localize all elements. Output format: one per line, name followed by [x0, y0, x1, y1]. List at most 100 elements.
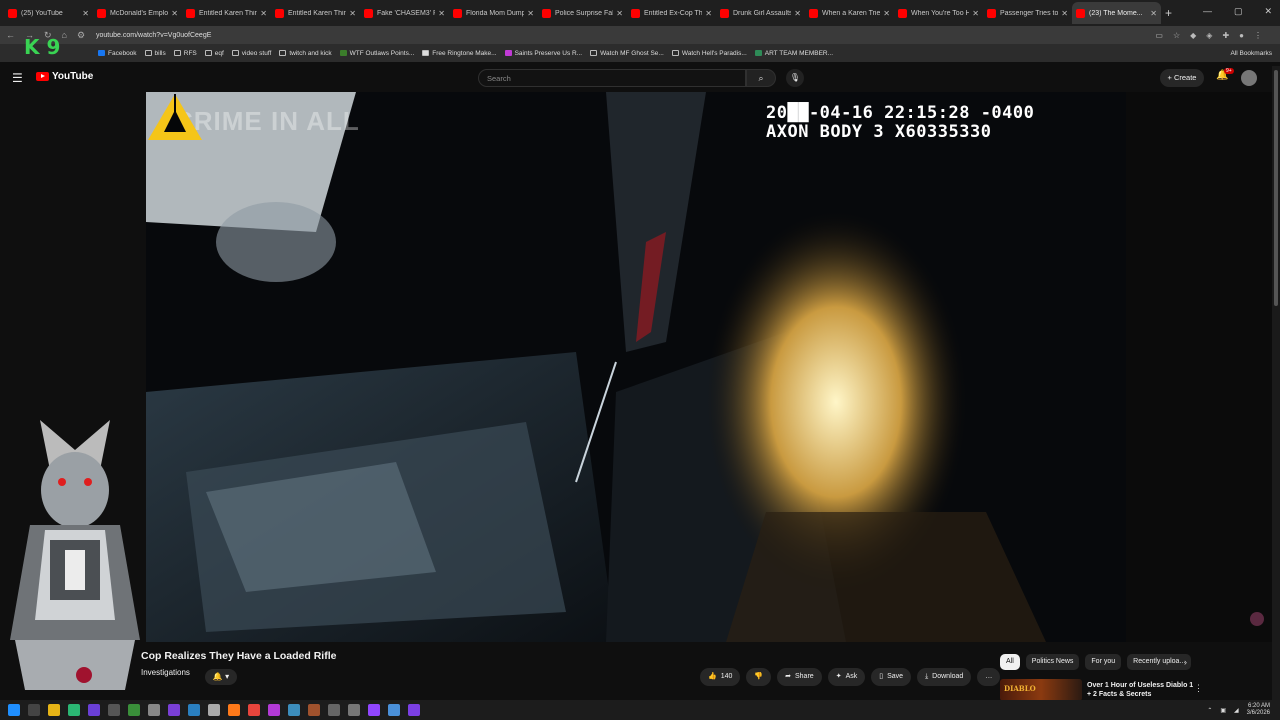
browser-tab[interactable]: When You're Too Hi...✕	[894, 2, 983, 24]
app-icon[interactable]	[208, 704, 220, 716]
bookmark-folder[interactable]: eqf	[204, 50, 224, 57]
site-info-icon[interactable]: ⚙	[77, 30, 85, 41]
page-scrollbar[interactable]	[1272, 66, 1280, 700]
bookmark-item[interactable]: WTF Outlaws Points...	[339, 50, 414, 57]
browser-tab[interactable]: When a Karen Tries...✕	[805, 2, 894, 24]
maximize-icon[interactable]: ▢	[1234, 6, 1243, 17]
close-icon[interactable]: ✕	[883, 9, 890, 18]
extension-icon[interactable]: ◈	[1206, 31, 1212, 40]
volume-icon[interactable]: ◢	[1234, 707, 1239, 714]
download-button[interactable]: ⤓ Download	[917, 668, 972, 686]
home-icon[interactable]: ⌂	[62, 30, 67, 41]
youtube-logo[interactable]: YouTube	[36, 71, 93, 82]
bookmark-item[interactable]: Facebook	[98, 50, 137, 57]
app-icon[interactable]	[188, 704, 200, 716]
more-actions-button[interactable]: …	[977, 668, 1001, 686]
minimize-icon[interactable]: —	[1203, 6, 1212, 17]
create-button[interactable]: + Create	[1160, 69, 1204, 87]
browser-tab[interactable]: McDonald's Employ...✕	[93, 2, 182, 24]
close-icon[interactable]: ✕	[260, 9, 267, 18]
firefox-icon[interactable]	[228, 704, 240, 716]
close-icon[interactable]: ✕	[527, 9, 534, 18]
search-input[interactable]: Search	[478, 69, 746, 87]
scrollbar-thumb[interactable]	[1274, 70, 1278, 306]
browser-tab[interactable]: Entitled Ex-Cop Thi...✕	[627, 2, 716, 24]
close-icon[interactable]: ✕	[438, 9, 445, 18]
chevron-up-icon[interactable]: ⌃	[1207, 707, 1212, 714]
bookmark-folder[interactable]: RFS	[173, 50, 197, 57]
bookmark-item[interactable]: ART TEAM MEMBER...	[754, 50, 833, 57]
chip-for-you[interactable]: For you	[1085, 654, 1122, 670]
channel-avatar[interactable]	[76, 667, 92, 683]
ask-button[interactable]: ✦ Ask	[827, 668, 866, 686]
close-icon[interactable]: ✕	[171, 9, 178, 18]
app-icon[interactable]	[408, 704, 420, 716]
browser-tab[interactable]: Police Surprise Fake...✕	[538, 2, 627, 24]
save-button[interactable]: ▯ Save	[871, 668, 912, 686]
extensions-puzzle-icon[interactable]: ✚	[1222, 31, 1229, 40]
close-icon[interactable]: ✕	[1150, 9, 1157, 18]
recommended-video[interactable]: DIABLO Over 1 Hour of Useless Diablo 1 +…	[1000, 679, 1270, 701]
recommended-thumbnail[interactable]: DIABLO	[1000, 679, 1082, 701]
browser-tab[interactable]: (25) YouTube ✕	[4, 2, 93, 24]
browser-tab[interactable]: Drunk Girl Assaults...✕	[716, 2, 805, 24]
account-avatar[interactable]	[1241, 70, 1257, 86]
hamburger-menu-icon[interactable]: ☰	[12, 71, 23, 85]
cast-icon[interactable]: ▭	[1155, 31, 1163, 40]
chrome-icon[interactable]	[248, 704, 260, 716]
close-icon[interactable]: ✕	[794, 9, 801, 18]
dislike-button[interactable]: 👎	[746, 668, 772, 686]
browser-tab[interactable]: Entitled Karen Think...✕	[182, 2, 271, 24]
windows-start-icon[interactable]	[8, 704, 20, 716]
browser-tab[interactable]: Fake 'CHASEM3' Po...✕	[360, 2, 449, 24]
settings-icon[interactable]	[348, 704, 360, 716]
close-icon[interactable]: ✕	[82, 9, 89, 18]
chip-all[interactable]: All	[1000, 654, 1020, 670]
close-icon[interactable]: ✕	[972, 9, 979, 18]
back-icon[interactable]: ←	[6, 30, 15, 41]
kebab-menu-icon[interactable]: ⋮	[1194, 683, 1203, 694]
kebab-menu-icon[interactable]: ⋮	[1254, 31, 1262, 40]
subscription-bell-button[interactable]: 🔔 ▾	[205, 669, 237, 685]
close-icon[interactable]: ✕	[616, 9, 623, 18]
close-window-icon[interactable]: ✕	[1264, 6, 1272, 17]
app-icon[interactable]	[328, 704, 340, 716]
browser-tab[interactable]: Passenger Tries to F...✕	[983, 2, 1072, 24]
app-icon[interactable]	[108, 704, 120, 716]
recommended-title[interactable]: Over 1 Hour of Useless Diablo 1 + 2 Fact…	[1087, 681, 1197, 699]
bookmark-folder[interactable]: bills	[144, 50, 166, 57]
close-icon[interactable]: ✕	[349, 9, 356, 18]
bookmark-star-icon[interactable]: ☆	[1173, 31, 1180, 40]
app-icon[interactable]	[268, 704, 280, 716]
app-icon[interactable]	[88, 704, 100, 716]
app-icon[interactable]	[308, 704, 320, 716]
chevron-right-icon[interactable]: ›	[1184, 657, 1187, 667]
bookmark-folder[interactable]: twitch and kick	[279, 50, 332, 57]
app-icon[interactable]	[288, 704, 300, 716]
app-icon[interactable]	[368, 704, 380, 716]
taskbar-search-icon[interactable]	[28, 704, 40, 716]
app-icon[interactable]	[128, 704, 140, 716]
url-field[interactable]: youtube.com/watch?v=Vg0uofCeegE	[96, 32, 211, 39]
all-bookmarks-folder[interactable]: All Bookmarks	[1230, 50, 1272, 57]
channel-name[interactable]: Investigations	[141, 668, 190, 677]
new-tab-icon[interactable]: +	[1165, 6, 1172, 20]
app-icon[interactable]	[68, 704, 80, 716]
floating-avatar[interactable]	[1250, 612, 1264, 626]
video-player[interactable]: CRIME IN ALL 20██-04-16 22:15:28 -0400 A…	[146, 92, 1126, 642]
share-button[interactable]: ➦ Share	[777, 668, 822, 686]
chip-politics-news[interactable]: Politics News	[1025, 654, 1080, 670]
microphone-icon[interactable]: 🎙	[786, 69, 804, 87]
extension-icon[interactable]: ◆	[1190, 31, 1196, 40]
file-explorer-icon[interactable]	[48, 704, 60, 716]
close-icon[interactable]: ✕	[705, 9, 712, 18]
browser-tab[interactable]: Florida Mom Dump...✕	[449, 2, 538, 24]
chip-recently-uploaded[interactable]: Recently uploa...	[1127, 654, 1192, 670]
search-icon[interactable]: ⌕	[746, 69, 776, 87]
app-icon[interactable]	[388, 704, 400, 716]
bookmark-folder[interactable]: video stuff	[231, 50, 271, 57]
system-clock[interactable]: 6:20 AM 3/6/2026	[1247, 703, 1270, 717]
profile-icon[interactable]: ●	[1239, 31, 1244, 40]
bookmark-item[interactable]: Saints Preserve Us R...	[504, 50, 582, 57]
browser-tab-active[interactable]: (23) The Mome... ✕	[1072, 2, 1161, 24]
